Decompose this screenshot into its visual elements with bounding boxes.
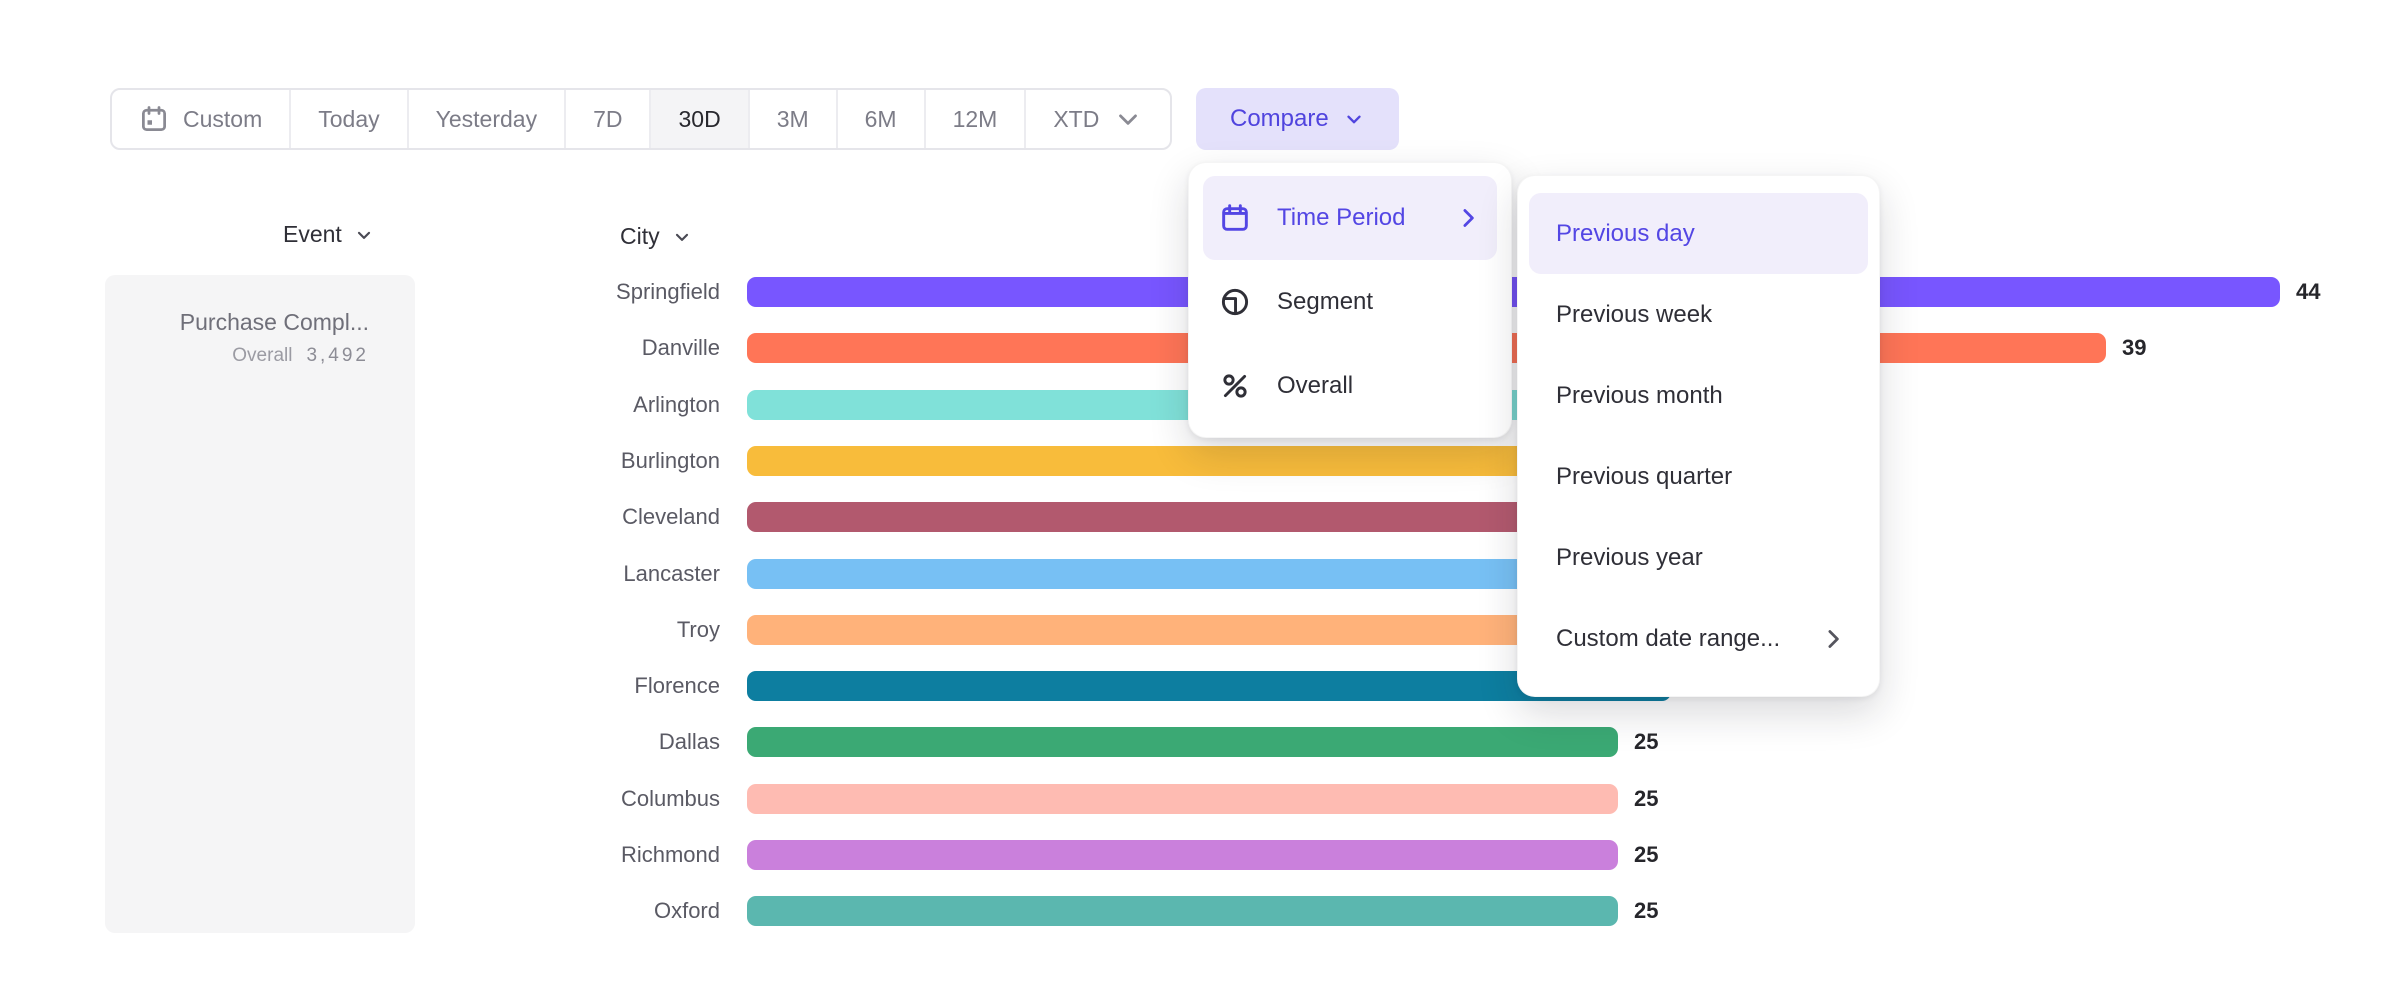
menu-item-overall[interactable]: Overall	[1203, 344, 1497, 428]
submenu-item-previous-day[interactable]: Previous day	[1529, 193, 1868, 274]
event-overall-row: Overall 3,492	[125, 345, 369, 367]
event-name: Purchase Compl...	[125, 309, 369, 336]
bar-label-cleveland: Cleveland	[390, 502, 720, 532]
bar-value-richmond: 25	[1634, 840, 1658, 870]
calendar-icon	[1219, 202, 1251, 234]
range-30d[interactable]: 30D	[651, 90, 749, 148]
chevron-down-icon	[354, 225, 374, 245]
bar-label-springfield: Springfield	[390, 277, 720, 307]
chevron-right-icon	[1453, 203, 1483, 233]
submenu-item-previous-quarter[interactable]: Previous quarter	[1529, 436, 1868, 517]
bar-value-oxford: 25	[1634, 896, 1658, 926]
bar-columbus[interactable]	[747, 784, 1618, 814]
range-label: Custom	[183, 106, 262, 133]
range-3m[interactable]: 3M	[750, 90, 838, 148]
range-label: 6M	[865, 106, 897, 133]
chevron-right-icon	[1818, 624, 1848, 654]
submenu-item-label: Previous month	[1556, 382, 1848, 410]
city-column-header[interactable]: City	[620, 223, 692, 250]
range-yesterday[interactable]: Yesterday	[409, 90, 566, 148]
event-card[interactable]: Purchase Compl... Overall 3,492	[105, 275, 415, 933]
bar-oxford[interactable]	[747, 896, 1618, 926]
event-column-header[interactable]: Event	[283, 221, 374, 248]
range-label: Today	[318, 106, 379, 133]
range-12m[interactable]: 12M	[926, 90, 1027, 148]
calendar-icon	[139, 104, 169, 134]
submenu-item-label: Previous quarter	[1556, 463, 1848, 491]
bar-label-columbus: Columbus	[390, 784, 720, 814]
submenu-item-label: Previous year	[1556, 544, 1848, 572]
chevron-down-icon	[1113, 104, 1143, 134]
time-period-submenu: Previous day Previous week Previous month P…	[1517, 175, 1880, 697]
range-today[interactable]: Today	[291, 90, 408, 148]
percent-icon	[1219, 370, 1251, 402]
submenu-item-label: Custom date range...	[1556, 625, 1818, 653]
submenu-item-previous-month[interactable]: Previous month	[1529, 355, 1868, 436]
overall-value: 3,492	[306, 345, 369, 367]
range-xtd[interactable]: XTD	[1026, 90, 1170, 148]
menu-item-time-period[interactable]: Time Period	[1203, 176, 1497, 260]
bar-label-dallas: Dallas	[390, 727, 720, 757]
bar-value-columbus: 25	[1634, 784, 1658, 814]
bar-value-danville: 39	[2122, 333, 2146, 363]
bar-dallas[interactable]	[747, 727, 1618, 757]
segment-icon	[1219, 286, 1251, 318]
range-label: 12M	[953, 106, 998, 133]
insights-report-canvas: Custom Today Yesterday 7D 30D 3M 6M 12M XTD Comp…	[0, 0, 2394, 1004]
compare-button[interactable]: Compare	[1196, 88, 1399, 150]
event-header-label: Event	[283, 221, 342, 248]
city-header-label: City	[620, 223, 660, 250]
bar-value-springfield: 44	[2296, 277, 2320, 307]
menu-item-label: Time Period	[1277, 204, 1427, 232]
range-label: 3M	[777, 106, 809, 133]
bar-label-florence: Florence	[390, 671, 720, 701]
range-6m[interactable]: 6M	[838, 90, 926, 148]
date-range-toolbar: Custom Today Yesterday 7D 30D 3M 6M 12M XTD	[110, 88, 1172, 150]
submenu-item-previous-week[interactable]: Previous week	[1529, 274, 1868, 355]
range-7d[interactable]: 7D	[566, 90, 651, 148]
bar-label-troy: Troy	[390, 615, 720, 645]
bar-label-danville: Danville	[390, 333, 720, 363]
range-label: 7D	[593, 106, 622, 133]
bar-label-burlington: Burlington	[390, 446, 720, 476]
menu-item-segment[interactable]: Segment	[1203, 260, 1497, 344]
bar-label-arlington: Arlington	[390, 390, 720, 420]
bar-label-richmond: Richmond	[390, 840, 720, 870]
chevron-down-icon	[672, 227, 692, 247]
bar-richmond[interactable]	[747, 840, 1618, 870]
submenu-item-label: Previous week	[1556, 301, 1848, 329]
range-label: Yesterday	[436, 106, 537, 133]
submenu-item-previous-year[interactable]: Previous year	[1529, 517, 1868, 598]
chevron-down-icon	[1343, 108, 1365, 130]
compare-button-label: Compare	[1230, 105, 1329, 133]
bar-label-lancaster: Lancaster	[390, 559, 720, 589]
menu-item-label: Overall	[1277, 372, 1483, 400]
bar-label-oxford: Oxford	[390, 896, 720, 926]
bar-value-dallas: 25	[1634, 727, 1658, 757]
range-label: XTD	[1053, 106, 1099, 133]
range-label: 30D	[678, 106, 720, 133]
compare-dropdown-menu: Time Period Segment Overall	[1188, 162, 1512, 438]
menu-item-label: Segment	[1277, 288, 1483, 316]
submenu-item-custom-date-range[interactable]: Custom date range...	[1529, 598, 1868, 679]
submenu-item-label: Previous day	[1556, 220, 1848, 248]
overall-label: Overall	[232, 345, 292, 367]
range-custom[interactable]: Custom	[112, 90, 291, 148]
bar-springfield[interactable]	[747, 277, 2280, 307]
